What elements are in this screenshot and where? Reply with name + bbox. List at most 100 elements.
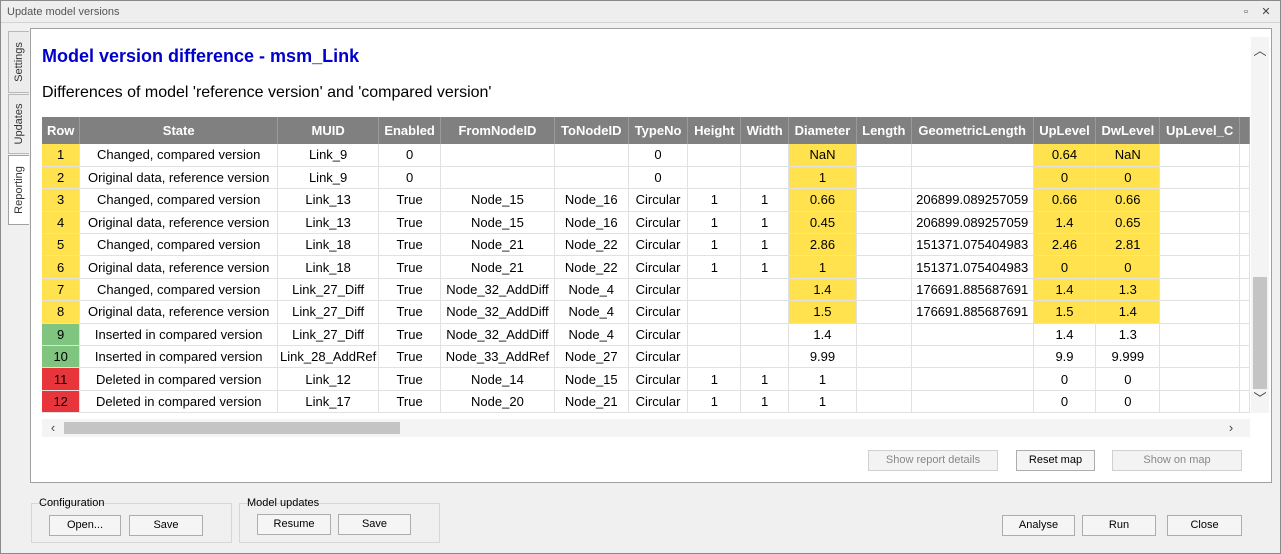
analyse-button[interactable]: Analyse [1002, 515, 1075, 536]
table-cell[interactable] [1159, 390, 1241, 414]
table-cell[interactable]: 151371.075404983 [911, 233, 1034, 257]
table-cell[interactable]: Node_16 [554, 211, 629, 235]
table-row[interactable]: 4 Original data, reference version Link_13… [42, 211, 1250, 235]
table-cell[interactable]: 1 [740, 255, 790, 279]
table-cell[interactable]: Node_21 [440, 233, 555, 257]
table-cell[interactable]: Circular [628, 390, 689, 414]
table-cell[interactable] [1159, 144, 1241, 167]
table-cell[interactable]: Deleted in compared version [79, 367, 279, 391]
column-header[interactable] [1239, 117, 1250, 144]
table-cell[interactable] [1159, 323, 1241, 347]
scroll-right-icon[interactable]: › [1222, 419, 1240, 437]
table-cell[interactable]: 1 [687, 390, 742, 414]
table-cell[interactable]: 2.81 [1095, 233, 1161, 257]
table-cell[interactable] [740, 345, 790, 369]
table-cell[interactable]: 1 [740, 188, 790, 212]
table-cell[interactable]: Original data, reference version [79, 255, 279, 279]
table-cell[interactable] [911, 323, 1034, 347]
table-cell[interactable] [911, 166, 1034, 190]
column-header[interactable]: State [79, 117, 279, 144]
table-cell[interactable] [1159, 255, 1241, 279]
table-cell[interactable] [911, 390, 1034, 414]
table-cell[interactable] [856, 211, 912, 235]
table-cell[interactable]: NaN [1095, 144, 1161, 167]
table-cell[interactable]: Circular [628, 188, 689, 212]
table-cell[interactable] [1239, 166, 1250, 190]
table-cell[interactable]: Node_14 [440, 367, 555, 391]
table-row[interactable]: 3 Changed, compared version Link_13 True Nod… [42, 188, 1250, 212]
model-save-button[interactable]: Save [338, 514, 411, 535]
run-button[interactable]: Run [1082, 515, 1156, 536]
table-cell[interactable]: Link_18 [277, 255, 380, 279]
row-number-cell[interactable]: 12 [42, 390, 81, 414]
table-row[interactable]: 9 Inserted in compared version Link_27_Dif… [42, 323, 1250, 347]
table-cell[interactable]: Inserted in compared version [79, 345, 279, 369]
vertical-scroll-thumb[interactable] [1253, 277, 1267, 389]
table-cell[interactable]: Link_27_Diff [277, 300, 380, 324]
table-cell[interactable]: 0.66 [1033, 188, 1097, 212]
table-cell[interactable]: 1 [740, 390, 790, 414]
table-cell[interactable]: Link_28_AddRef [277, 345, 380, 369]
table-cell[interactable]: Link_17 [277, 390, 380, 414]
table-cell[interactable]: Changed, compared version [79, 188, 279, 212]
table-cell[interactable] [856, 390, 912, 414]
table-cell[interactable] [687, 166, 742, 190]
table-row[interactable]: 12 Deleted in compared version Link_17 True… [42, 390, 1250, 414]
table-cell[interactable]: Node_33_AddRef [440, 345, 555, 369]
table-cell[interactable]: 1.4 [1033, 278, 1097, 302]
column-header[interactable]: GeometricLength [911, 117, 1034, 144]
table-cell[interactable]: Node_20 [440, 390, 555, 414]
table-cell[interactable]: True [378, 278, 442, 302]
table-cell[interactable]: 0.65 [1095, 211, 1161, 235]
table-cell[interactable]: True [378, 345, 442, 369]
row-number-cell[interactable]: 8 [42, 300, 81, 324]
table-cell[interactable] [856, 188, 912, 212]
row-number-cell[interactable]: 11 [42, 367, 81, 391]
resume-button[interactable]: Resume [257, 514, 331, 535]
table-cell[interactable]: 1 [740, 233, 790, 257]
table-cell[interactable]: Circular [628, 300, 689, 324]
table-cell[interactable]: 1.3 [1095, 278, 1161, 302]
table-cell[interactable] [1239, 233, 1250, 257]
table-cell[interactable]: 0 [1033, 255, 1097, 279]
table-cell[interactable]: Link_9 [277, 166, 380, 190]
table-cell[interactable] [856, 367, 912, 391]
table-cell[interactable]: 1.3 [1095, 323, 1161, 347]
table-cell[interactable] [554, 166, 629, 190]
table-cell[interactable]: 0 [378, 166, 442, 190]
table-cell[interactable]: Original data, reference version [79, 166, 279, 190]
table-cell[interactable]: 0.66 [1095, 188, 1161, 212]
column-header[interactable]: Diameter [788, 117, 857, 144]
column-header[interactable]: Length [856, 117, 912, 144]
table-cell[interactable]: 1.5 [788, 300, 857, 324]
table-cell[interactable]: Node_27 [554, 345, 629, 369]
table-cell[interactable] [1239, 144, 1250, 167]
table-cell[interactable]: Link_18 [277, 233, 380, 257]
table-cell[interactable]: Circular [628, 323, 689, 347]
table-cell[interactable] [1239, 188, 1250, 212]
table-cell[interactable]: 1.4 [788, 323, 857, 347]
table-cell[interactable]: Circular [628, 367, 689, 391]
horizontal-scrollbar[interactable]: ‹ › [42, 419, 1250, 437]
table-cell[interactable] [1239, 390, 1250, 414]
close-button[interactable]: Close [1167, 515, 1242, 536]
table-cell[interactable] [1239, 255, 1250, 279]
table-cell[interactable] [740, 278, 790, 302]
table-cell[interactable]: Link_9 [277, 144, 380, 167]
table-cell[interactable]: 1 [687, 211, 742, 235]
table-cell[interactable]: 1.4 [1033, 211, 1097, 235]
row-number-cell[interactable]: 3 [42, 188, 81, 212]
column-header[interactable]: Row [42, 117, 81, 144]
table-cell[interactable] [1159, 233, 1241, 257]
table-row[interactable]: 8 Original data, reference version Link_27… [42, 300, 1250, 324]
table-row[interactable]: 5 Changed, compared version Link_18 True Nod… [42, 233, 1250, 257]
table-cell[interactable]: NaN [788, 144, 857, 167]
restore-icon[interactable]: ▫ [1239, 5, 1253, 19]
row-number-cell[interactable]: 10 [42, 345, 81, 369]
table-cell[interactable]: 0.45 [788, 211, 857, 235]
row-number-cell[interactable]: 5 [42, 233, 81, 257]
row-number-cell[interactable]: 6 [42, 255, 81, 279]
table-cell[interactable]: 1 [740, 367, 790, 391]
table-row[interactable]: 10 Inserted in compared version Link_28_Ad… [42, 345, 1250, 369]
table-cell[interactable] [856, 144, 912, 167]
